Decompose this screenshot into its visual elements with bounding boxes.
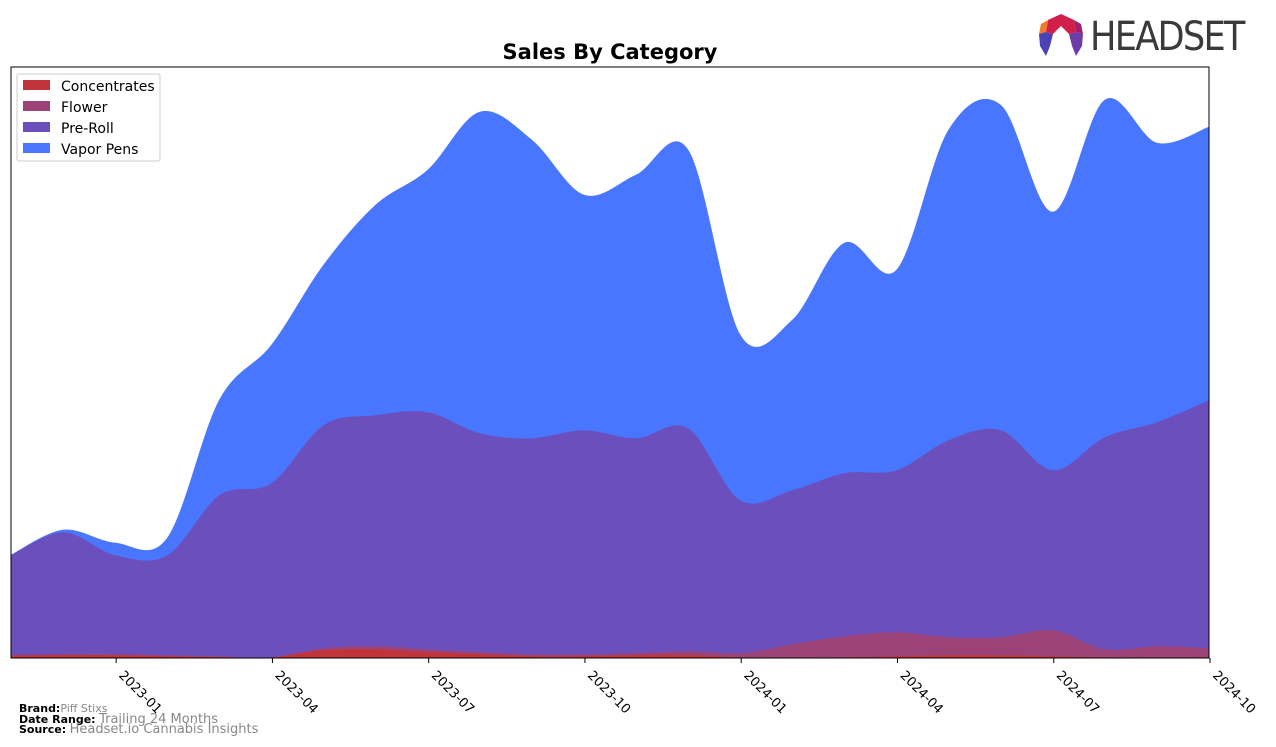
- x-tick-label: 2024-04: [897, 668, 946, 717]
- chart: Sales By Category 2023-01 2023-04 2023-07 2…: [10, 40, 1258, 717]
- source-value: Headset.io Cannabis Insights: [69, 722, 259, 737]
- headset-logo-text: HEADSET: [1090, 14, 1245, 60]
- chart-footer: Brand:Piff Stixs Date Range: Trailing 24…: [19, 703, 259, 737]
- legend-swatch-pre-roll: [23, 122, 50, 132]
- headset-logo: HEADSET: [1036, 12, 1266, 62]
- legend-label-concentrates: Concentrates: [61, 79, 155, 95]
- footer-source: Source: Headset.io Cannabis Insights: [19, 722, 259, 737]
- legend: Concentrates Flower Pre-Roll Vapor Pens: [16, 73, 161, 162]
- x-tick-label: 2024-01: [740, 668, 789, 717]
- x-axis: 2023-01 2023-04 2023-07 2023-10 2024-01 2024-…: [115, 658, 1258, 717]
- chart-title: Sales By Category: [503, 40, 718, 64]
- legend-label-pre-roll: Pre-Roll: [61, 121, 114, 137]
- x-tick-label: 2024-07: [1053, 668, 1102, 717]
- x-tick-label: 2023-04: [272, 668, 321, 717]
- legend-swatch-vapor-pens: [23, 143, 50, 153]
- legend-swatch-concentrates: [23, 80, 50, 90]
- x-tick-label: 2024-10: [1209, 668, 1258, 717]
- headset-logo-icon: [1039, 14, 1083, 56]
- legend-label-vapor-pens: Vapor Pens: [61, 142, 138, 158]
- x-tick-label: 2023-10: [584, 668, 633, 717]
- area-layers: [10, 98, 1210, 659]
- source-label: Source:: [19, 723, 67, 736]
- legend-label-flower: Flower: [61, 100, 108, 116]
- legend-swatch-flower: [23, 101, 50, 111]
- x-tick-label: 2023-07: [428, 668, 477, 717]
